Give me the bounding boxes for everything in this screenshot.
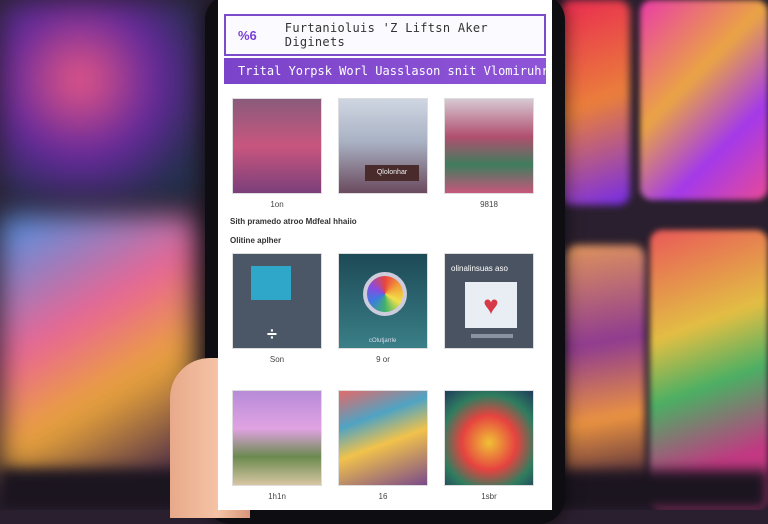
gallery-section-2: Olitine aplher ÷ Son cOlutjarrle 9 or ol…	[224, 236, 546, 364]
tile-caption: 1sbr	[481, 492, 497, 501]
tile-caption: 16	[378, 492, 388, 501]
app-title: Furtanioluis 'Z Liftsn Aker Diginets	[284, 21, 488, 49]
section-heading: Olitine aplher	[230, 236, 282, 245]
mosaic-thumb[interactable]	[338, 390, 428, 486]
gallery-tile[interactable]: 1h1n	[232, 390, 322, 501]
tile-caption: 1h1n	[268, 492, 286, 501]
blurred-artwork	[650, 230, 768, 510]
gallery-tile[interactable]: 1sbr	[444, 390, 534, 501]
tile-caption: Son	[269, 355, 285, 364]
flower-thumb[interactable]	[444, 390, 534, 486]
tile-caption: 1on	[270, 200, 284, 209]
blurred-artwork	[640, 0, 768, 200]
blurred-artwork	[560, 0, 630, 205]
overlay-label: Qlolonhar	[365, 165, 419, 181]
screen-icon	[251, 266, 291, 300]
gallery-section-1: 1on Qlolonhar 9818 Sith pramedo atroo Md…	[224, 98, 546, 226]
garden-art-thumb[interactable]	[444, 98, 534, 194]
gallery-tile[interactable]: cOlutjarrle 9 or	[338, 253, 428, 364]
heart-card-thumb[interactable]: olinalinsuas aso ♥	[444, 253, 534, 349]
section-footer-text: Sith pramedo atroo Mdfeal hhaiio	[230, 217, 357, 226]
blurred-artwork	[565, 245, 645, 490]
camera-lens-icon	[363, 272, 407, 316]
plus-icon: ÷	[267, 324, 277, 344]
gallery-tile[interactable]: olinalinsuas aso ♥	[444, 253, 534, 364]
overlay-label: cOlutjarrle	[369, 338, 397, 344]
promo-banner[interactable]: Trital Yorpsk Worl Uasslason snit Vlomir…	[224, 58, 546, 84]
pixel-city-thumb[interactable]	[232, 390, 322, 486]
overlay-label: olinalinsuas aso	[451, 264, 508, 273]
tile-caption: 9818	[480, 200, 498, 209]
heart-card: ♥	[465, 282, 517, 328]
phone-screen: %6 Furtanioluis 'Z Liftsn Aker Diginets …	[218, 0, 552, 510]
gallery-tile[interactable]: 9818	[444, 98, 534, 209]
gallery-section-3: 1h1n 16 1sbr	[224, 390, 546, 501]
blurred-artwork	[0, 0, 200, 200]
camera-lens-thumb[interactable]: cOlutjarrle	[338, 253, 428, 349]
gallery-tile[interactable]: Qlolonhar	[338, 98, 428, 209]
street-art-thumb[interactable]: Qlolonhar	[338, 98, 428, 194]
gallery-tile[interactable]: 1on	[232, 98, 322, 209]
city-art-thumb[interactable]	[232, 98, 322, 194]
divider	[471, 334, 513, 338]
tile-caption: 9 or	[376, 355, 390, 364]
gallery-tile[interactable]: ÷ Son	[232, 253, 322, 364]
blurred-artwork	[0, 215, 195, 475]
app-badge[interactable]: %6	[238, 28, 257, 43]
screen-plus-thumb[interactable]: ÷	[232, 253, 322, 349]
app-header: %6 Furtanioluis 'Z Liftsn Aker Diginets	[224, 14, 546, 56]
gallery-tile[interactable]: 16	[338, 390, 428, 501]
heart-icon: ♥	[483, 290, 499, 320]
